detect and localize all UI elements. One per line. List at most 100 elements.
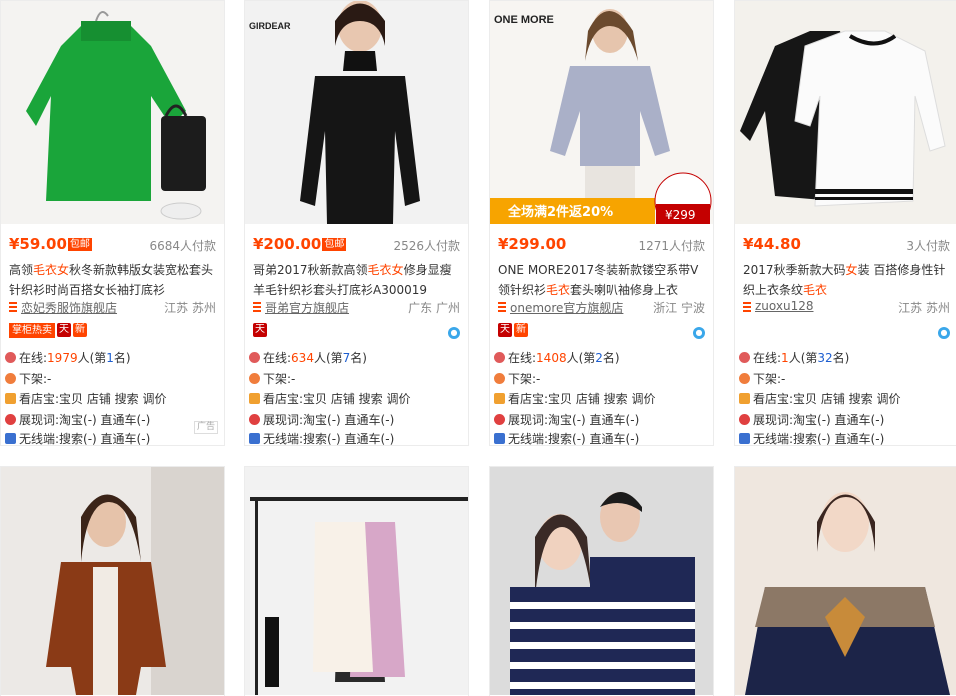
wangwang-icon[interactable]: ● bbox=[938, 327, 950, 339]
online-stat: 在线:1979人(第1名) bbox=[5, 349, 220, 367]
phone-icon bbox=[739, 433, 750, 444]
user-icon bbox=[249, 352, 260, 363]
shop-icon bbox=[498, 302, 506, 312]
user-icon bbox=[494, 352, 505, 363]
product-image[interactable] bbox=[735, 467, 956, 695]
store-icon bbox=[494, 393, 505, 404]
product-title[interactable]: 2017秋季新款大码女装 百搭修身性针织上衣条纹毛衣 bbox=[743, 260, 953, 300]
wireless-stat[interactable]: 无线端:搜索(-) 直通车(-) bbox=[494, 430, 709, 448]
user-icon bbox=[5, 352, 16, 363]
shop-link[interactable]: onemore官方旗舰店 bbox=[510, 299, 623, 316]
exposure-icon bbox=[739, 414, 750, 425]
product-image[interactable]: GIRDEAR bbox=[245, 1, 468, 224]
location: 江苏 苏州 bbox=[898, 301, 950, 315]
product-title[interactable]: 高领毛衣女秋冬新款韩版女装宽松套头针织衫时尚百搭女长袖打底衫 bbox=[9, 260, 219, 300]
store-tools[interactable]: 看店宝:宝贝 店铺 搜索 调价 bbox=[739, 390, 954, 408]
store-tools[interactable]: 看店宝:宝贝 店铺 搜索 调价 bbox=[249, 390, 464, 408]
shop-link[interactable]: zuoxu128 bbox=[755, 299, 814, 313]
shop-icon bbox=[253, 302, 261, 312]
location: 江苏 苏州 bbox=[164, 301, 216, 315]
exposure-words[interactable]: 展现词:淘宝(-) 直通车(-) bbox=[5, 411, 220, 429]
clock-icon bbox=[739, 373, 750, 384]
offline-stat: 下架:- bbox=[739, 370, 954, 388]
clock-icon bbox=[249, 373, 260, 384]
product-card[interactable] bbox=[244, 466, 469, 696]
shop-link[interactable]: 恋妃秀服饰旗舰店 bbox=[21, 299, 117, 316]
store-icon bbox=[5, 393, 16, 404]
sales-count: 2526人付款 bbox=[393, 239, 460, 253]
badges: ● bbox=[743, 323, 950, 339]
phone-icon bbox=[494, 433, 505, 444]
clock-icon bbox=[5, 373, 16, 384]
price: ¥44.80 bbox=[743, 235, 801, 253]
exposure-icon bbox=[5, 414, 16, 425]
phone-icon bbox=[5, 433, 16, 444]
sales-count: 6684人付款 bbox=[149, 239, 216, 253]
product-card[interactable] bbox=[489, 466, 714, 696]
price: ¥59.00 包邮 bbox=[9, 235, 92, 253]
exposure-icon bbox=[249, 414, 260, 425]
online-stat: 在线:1408人(第2名) bbox=[494, 349, 709, 367]
offline-stat: 下架:- bbox=[5, 370, 220, 388]
brand-logo: ONE MORE bbox=[494, 14, 554, 26]
product-image[interactable]: 全场满2件返20% ¥299 ONE MORE bbox=[490, 1, 713, 224]
offline-stat: 下架:- bbox=[494, 370, 709, 388]
exposure-words[interactable]: 展现词:淘宝(-) 直通车(-) bbox=[739, 411, 954, 429]
shop-icon bbox=[743, 302, 751, 312]
product-card[interactable]: ¥59.00 包邮 6684人付款 高领毛衣女秋冬新款韩版女装宽松套头针织衫时尚百… bbox=[0, 0, 225, 446]
product-title[interactable]: 哥弟2017秋新款高领毛衣女修身显瘦羊毛针织衫套头打底衫A300019 bbox=[253, 260, 463, 300]
tmall-icon: 天 bbox=[498, 323, 512, 337]
clock-icon bbox=[494, 373, 505, 384]
product-image[interactable] bbox=[490, 467, 713, 695]
product-card[interactable] bbox=[734, 466, 956, 696]
wangwang-icon[interactable]: ● bbox=[448, 327, 460, 339]
new-badge: 新 bbox=[73, 323, 87, 337]
wireless-stat[interactable]: 无线端:搜索(-) 直通车(-) bbox=[5, 430, 220, 448]
exposure-words[interactable]: 展现词:淘宝(-) 直通车(-) bbox=[249, 411, 464, 429]
online-stat: 在线:634人(第7名) bbox=[249, 349, 464, 367]
product-image[interactable] bbox=[735, 1, 956, 224]
offline-stat: 下架:- bbox=[249, 370, 464, 388]
badges: 掌柜热卖天新 bbox=[9, 323, 216, 339]
location: 浙江 宁波 bbox=[653, 301, 705, 315]
sales-count: 3人付款 bbox=[906, 239, 950, 253]
badges: 天 ● bbox=[253, 323, 460, 339]
price: ¥200.00 包邮 bbox=[253, 235, 347, 253]
wangwang-icon[interactable]: ● bbox=[693, 327, 705, 339]
badges: 天新 ● bbox=[498, 323, 705, 339]
product-card[interactable]: 全场满2件返20% ¥299 ONE MORE ¥299.00 1271人付款 … bbox=[489, 0, 714, 446]
store-tools[interactable]: 看店宝:宝贝 店铺 搜索 调价 bbox=[5, 390, 220, 408]
product-card[interactable]: GIRDEAR ¥200.00 包邮 2526人付款 哥弟2017秋新款高领毛衣女… bbox=[244, 0, 469, 446]
location: 广东 广州 bbox=[408, 301, 460, 315]
sales-count: 1271人付款 bbox=[638, 239, 705, 253]
new-badge: 新 bbox=[514, 323, 528, 337]
product-card[interactable]: ¥44.80 3人付款 2017秋季新款大码女装 百搭修身性针织上衣条纹毛衣 z… bbox=[734, 0, 956, 446]
brand-logo: GIRDEAR bbox=[249, 21, 291, 31]
exposure-icon bbox=[494, 414, 505, 425]
user-icon bbox=[739, 352, 750, 363]
shop-link[interactable]: 哥弟官方旗舰店 bbox=[265, 299, 349, 316]
shop-icon bbox=[9, 302, 17, 312]
online-stat: 在线:1人(第32名) bbox=[739, 349, 954, 367]
product-image[interactable] bbox=[1, 1, 224, 224]
exposure-words[interactable]: 展现词:淘宝(-) 直通车(-) bbox=[494, 411, 709, 429]
wireless-stat[interactable]: 无线端:搜索(-) 直通车(-) bbox=[739, 430, 954, 448]
ad-label: 广告 bbox=[193, 421, 218, 434]
product-card[interactable] bbox=[0, 466, 225, 696]
tmall-icon: 天 bbox=[57, 323, 71, 337]
tmall-icon: 天 bbox=[253, 323, 267, 337]
phone-icon bbox=[249, 433, 260, 444]
wireless-stat[interactable]: 无线端:搜索(-) 直通车(-) bbox=[249, 430, 464, 448]
product-image[interactable] bbox=[1, 467, 224, 695]
image-price: ¥299 bbox=[665, 208, 696, 222]
store-icon bbox=[739, 393, 750, 404]
price: ¥299.00 bbox=[498, 235, 567, 253]
store-icon bbox=[249, 393, 260, 404]
hot-seller-badge: 掌柜热卖 bbox=[9, 323, 55, 338]
store-tools[interactable]: 看店宝:宝贝 店铺 搜索 调价 bbox=[494, 390, 709, 408]
product-title[interactable]: ONE MORE2017冬装新款镂空系带V领针织衫毛衣套头喇叭袖修身上衣 bbox=[498, 260, 708, 300]
free-shipping-badge: 包邮 bbox=[322, 238, 347, 251]
free-shipping-badge: 包邮 bbox=[67, 238, 92, 251]
promo-banner: 全场满2件返20% bbox=[507, 204, 613, 220]
product-image[interactable] bbox=[245, 467, 468, 695]
